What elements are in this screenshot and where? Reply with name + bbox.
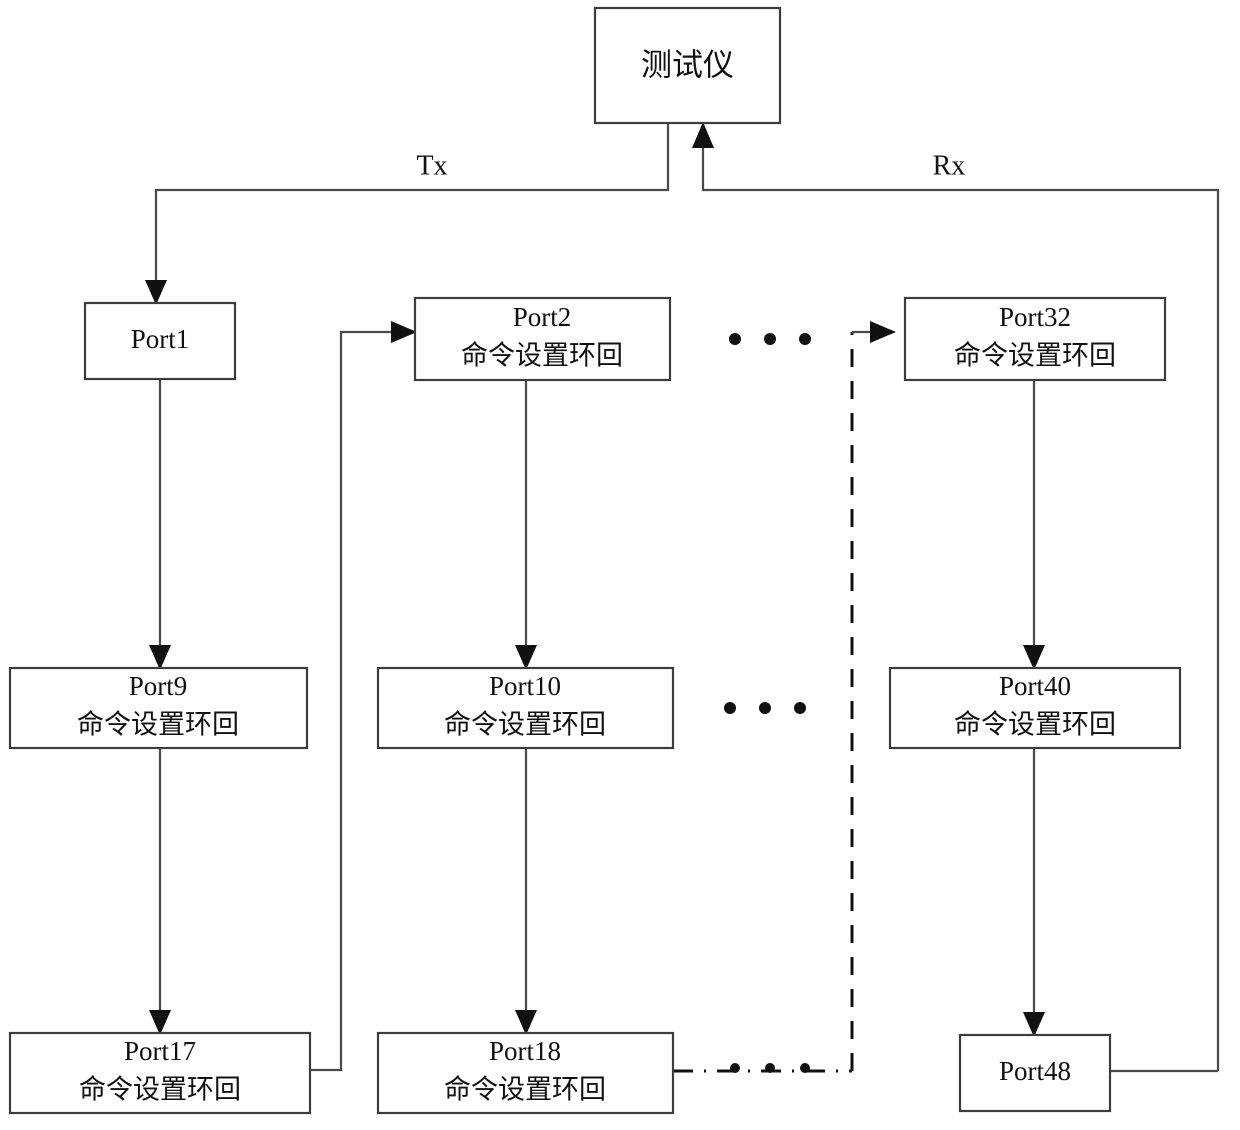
port48-label: Port48: [999, 1056, 1071, 1086]
ellipsis-row1: [729, 333, 811, 345]
ellipsis-dot: [730, 1063, 740, 1073]
port18-label: Port18: [489, 1036, 561, 1066]
node-port1[interactable]: Port1: [83, 301, 237, 381]
ellipsis-dot: [799, 333, 811, 345]
arrow-head-rail-to-port32: [870, 321, 896, 343]
ellipsis-dot: [759, 702, 771, 714]
node-port48[interactable]: Port48: [958, 1033, 1112, 1113]
arrow-head-port17-to-port2: [391, 321, 417, 343]
ellipsis-layer: [724, 333, 811, 1073]
node-port17[interactable]: Port17 命令设置环回: [8, 1031, 312, 1115]
arrow-head-port32-to-port40: [1023, 645, 1045, 670]
ellipsis-dot: [724, 702, 736, 714]
arrow-head-port10-to-port18: [515, 1010, 537, 1035]
arrow-head-port40-to-port48: [1023, 1012, 1045, 1037]
node-port2[interactable]: Port2 命令设置环回: [413, 296, 672, 382]
port9-label: Port9: [129, 671, 188, 701]
ellipsis-dot: [729, 333, 741, 345]
port9-sublabel: 命令设置环回: [77, 710, 239, 741]
node-port32[interactable]: Port32 命令设置环回: [903, 296, 1167, 382]
port17-label: Port17: [124, 1036, 196, 1066]
port1-label: Port1: [131, 324, 190, 354]
edge-label-rx: Rx: [933, 150, 966, 181]
port2-label: Port2: [513, 302, 572, 332]
edge-rx-trunk: [701, 136, 1220, 1071]
ellipsis-row2: [724, 702, 806, 714]
port2-sublabel: 命令设置环回: [461, 341, 623, 372]
node-port40[interactable]: Port40 命令设置环回: [888, 666, 1182, 750]
diagram-canvas: 测试仪 Tx Rx Port1 Port2 命令设置环回 Port32 命令设置…: [8, 6, 1220, 1115]
node-port10[interactable]: Port10 命令设置环回: [376, 666, 675, 750]
ellipsis-dot: [765, 1063, 775, 1073]
port17-sublabel: 命令设置环回: [79, 1075, 241, 1106]
edge-label-tx: Tx: [416, 150, 447, 181]
port32-sublabel: 命令设置环回: [954, 341, 1116, 372]
node-port18[interactable]: Port18 命令设置环回: [376, 1031, 675, 1115]
port32-label: Port32: [999, 302, 1071, 332]
arrow-head-port9-to-port17: [149, 1010, 171, 1035]
ellipsis-row3: [730, 1063, 810, 1073]
ellipsis-dot: [800, 1063, 810, 1073]
port10-sublabel: 命令设置环回: [444, 710, 606, 741]
ellipsis-dot: [764, 333, 776, 345]
ellipsis-dot: [794, 702, 806, 714]
port18-sublabel: 命令设置环回: [444, 1075, 606, 1106]
port40-sublabel: 命令设置环回: [954, 710, 1116, 741]
arrow-head-tx-to-port1: [145, 280, 167, 305]
tester-label: 测试仪: [641, 48, 734, 84]
arrow-head-rx-to-tester: [692, 122, 714, 148]
diagram-root: 测试仪 Tx Rx Port1 Port2 命令设置环回 Port32 命令设置…: [0, 0, 1240, 1130]
node-port9[interactable]: Port9 命令设置环回: [8, 666, 309, 750]
node-tester[interactable]: 测试仪: [593, 6, 782, 125]
edge-tx-trunk: [154, 123, 670, 292]
port40-label: Port40: [999, 671, 1071, 701]
arrow-head-port1-to-port9: [149, 645, 171, 670]
arrow-head-port2-to-port10: [515, 645, 537, 670]
port10-label: Port10: [489, 671, 561, 701]
